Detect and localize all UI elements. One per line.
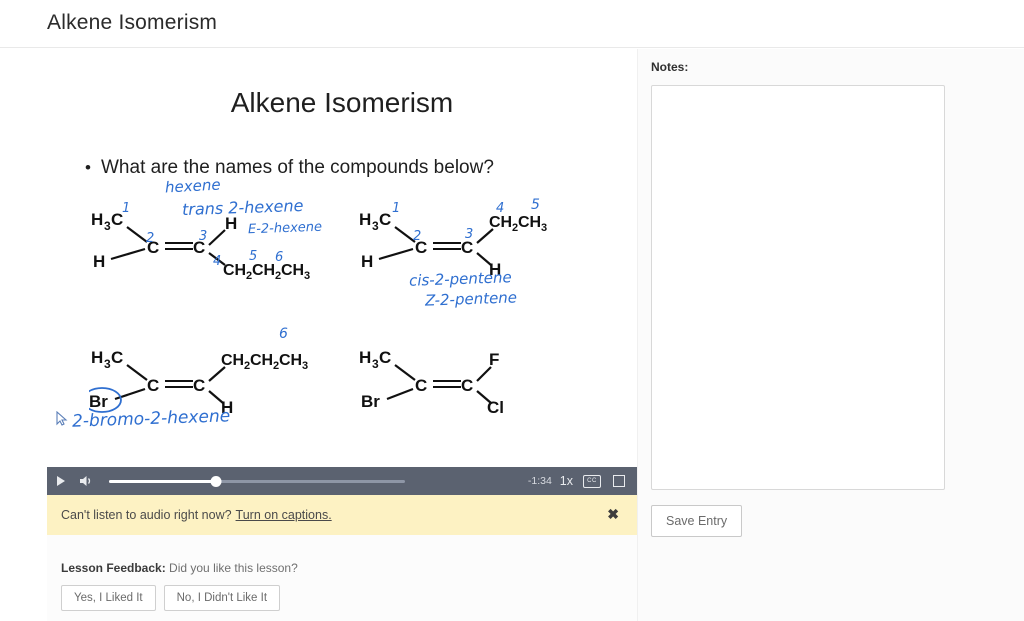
svg-text:3: 3 — [104, 357, 111, 371]
carbon-number-1-1: 1 — [122, 201, 131, 216]
page-content: Alkene Isomerism • What are the names of … — [0, 49, 1024, 621]
lesson-feedback: Lesson Feedback: Did you like this lesso… — [61, 561, 621, 611]
save-entry-button[interactable]: Save Entry — [651, 505, 743, 537]
progress-played — [109, 480, 216, 483]
svg-text:H: H — [359, 348, 371, 367]
play-icon — [57, 476, 65, 486]
carbon-number-2-3: 3 — [465, 227, 474, 242]
svg-text:3: 3 — [302, 360, 308, 372]
structure-3: H 3 C C C Br CH 2 CH 2 CH 3 H — [89, 348, 308, 417]
carbon-number-2-1: 1 — [392, 201, 401, 216]
notes-input[interactable] — [651, 85, 945, 490]
close-icon[interactable]: ✖ — [607, 507, 619, 521]
volume-button[interactable] — [73, 467, 99, 495]
turn-on-captions-link[interactable]: Turn on captions. — [236, 508, 332, 522]
svg-text:H: H — [361, 252, 373, 271]
svg-text:Br: Br — [89, 392, 108, 411]
annotation-z-2-pentene: Z-2-pentene — [424, 288, 518, 310]
feedback-buttons: Yes, I Liked It No, I Didn't Like It — [61, 585, 621, 611]
svg-text:3: 3 — [304, 270, 310, 282]
svg-text:C: C — [147, 376, 159, 395]
feedback-no-button[interactable]: No, I Didn't Like It — [163, 585, 281, 611]
svg-text:CH: CH — [281, 262, 304, 279]
captions-banner-message: Can't listen to audio right now? — [61, 508, 232, 522]
svg-text:CH: CH — [252, 262, 275, 279]
svg-text:3: 3 — [541, 222, 547, 234]
svg-text:C: C — [461, 376, 473, 395]
carbon-number-1-2: 2 — [146, 231, 155, 246]
carbon-number-2-2: 2 — [413, 229, 422, 244]
svg-text:C: C — [379, 210, 391, 229]
svg-text:F: F — [489, 350, 499, 369]
feedback-prompt: Lesson Feedback: Did you like this lesso… — [61, 561, 621, 575]
cc-label: CC — [587, 478, 597, 484]
slide-title: Alkene Isomerism — [230, 87, 454, 118]
captions-button[interactable]: CC — [583, 474, 601, 488]
annotation-e-2-hexene: E-2-hexene — [247, 219, 323, 238]
svg-text:C: C — [379, 348, 391, 367]
cursor-arrow-icon — [56, 411, 68, 426]
svg-text:CH: CH — [221, 352, 244, 369]
progress-scrubber[interactable] — [210, 476, 222, 487]
svg-text:H: H — [93, 252, 105, 271]
annotation-cis-2-pentene: cis-2-pentene — [408, 268, 512, 290]
left-gutter — [0, 49, 47, 621]
svg-text:C: C — [415, 376, 427, 395]
svg-text:CH: CH — [518, 214, 541, 231]
carbon-number-2-4: 4 — [496, 201, 505, 216]
svg-text:C: C — [193, 376, 205, 395]
structure-4: H 3 C C C Br F Cl — [359, 348, 504, 417]
svg-text:Br: Br — [361, 392, 380, 411]
page-header: Alkene Isomerism — [0, 0, 1024, 48]
progress-bar[interactable] — [109, 467, 520, 495]
carbon-number-1-3: 3 — [199, 229, 208, 244]
feedback-label: Lesson Feedback: — [61, 561, 166, 575]
svg-text:H: H — [359, 210, 371, 229]
play-button[interactable] — [47, 467, 73, 495]
volume-icon — [80, 476, 91, 486]
video-column: Alkene Isomerism • What are the names of … — [47, 49, 637, 621]
fullscreen-icon[interactable] — [613, 475, 625, 487]
carbon-number-3-6: 6 — [279, 326, 288, 342]
page-title: Alkene Isomerism — [47, 11, 218, 34]
svg-text:3: 3 — [372, 219, 379, 233]
carbon-number-1-5: 5 — [249, 249, 258, 264]
svg-text:3: 3 — [104, 219, 111, 233]
video-controls: -1:34 1x CC — [47, 467, 637, 495]
time-remaining: -1:34 — [527, 475, 552, 487]
notes-panel: Notes: Save Entry — [638, 49, 1024, 621]
notes-label: Notes: — [651, 60, 689, 74]
svg-text:C: C — [111, 348, 123, 367]
feedback-question: Did you like this lesson? — [169, 561, 298, 575]
playback-speed-button[interactable]: 1x — [560, 474, 583, 488]
svg-text:CH: CH — [279, 352, 302, 369]
svg-text:3: 3 — [372, 357, 379, 371]
carbon-number-2-5: 5 — [531, 197, 540, 213]
svg-text:CH: CH — [250, 352, 273, 369]
svg-text:CH: CH — [223, 262, 246, 279]
carbon-number-1-4: 4 — [213, 254, 222, 269]
slide-bullet-text: What are the names of the compounds belo… — [101, 157, 494, 178]
svg-text:CH: CH — [489, 214, 512, 231]
lesson-slide[interactable]: Alkene Isomerism • What are the names of … — [47, 49, 637, 467]
feedback-yes-button[interactable]: Yes, I Liked It — [61, 585, 156, 611]
carbon-number-1-6: 6 — [275, 250, 284, 265]
bullet-marker: • — [85, 158, 91, 177]
annotation-2-bromo-2-hexene: 2-bromo-2-hexene — [71, 406, 231, 432]
lesson-page: Alkene Isomerism Alkene Isomerism • What … — [0, 0, 1024, 621]
slide-bullet: • What are the names of the compounds bel… — [85, 157, 625, 179]
captions-banner: Can't listen to audio right now? Turn on… — [47, 495, 637, 535]
svg-text:Cl: Cl — [487, 398, 504, 417]
svg-text:H: H — [91, 210, 103, 229]
svg-text:H: H — [91, 348, 103, 367]
annotation-hexene: hexene — [164, 175, 222, 197]
